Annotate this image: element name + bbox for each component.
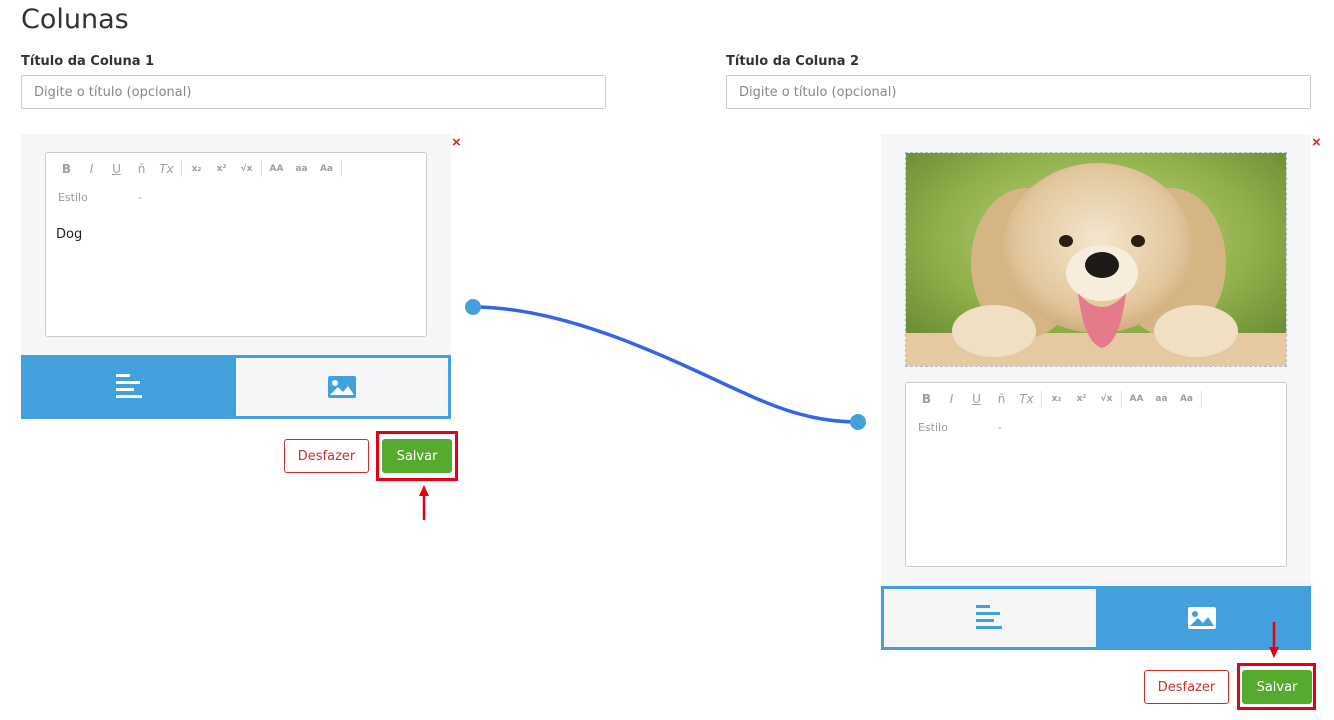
italic-button[interactable]: I [79, 162, 104, 176]
column2-undo-button[interactable]: Desfazer [1144, 670, 1229, 704]
bold-button[interactable]: B [54, 162, 79, 176]
clear-format-button[interactable]: Tx [1014, 392, 1039, 406]
align-left-icon [976, 605, 1002, 629]
column-connector-line [465, 299, 866, 430]
arrow-icon [419, 485, 429, 520]
clear-format-button[interactable]: Tx [154, 162, 179, 176]
capitalize-button[interactable]: Aa [1174, 394, 1199, 404]
toolbar-separator [1201, 391, 1202, 407]
toolbar-separator [341, 161, 342, 177]
style-value: - [997, 421, 1002, 434]
subscript-button[interactable]: x₂ [184, 164, 209, 174]
column1-card: B I U n̄ Tx x₂ x² √x AA aa Aa Estilo - Do… [21, 134, 451, 356]
column2-editor-toolbar: B I U n̄ Tx x₂ x² √x AA aa Aa [914, 391, 1204, 407]
page-title: Colunas [21, 4, 129, 35]
uppercase-button[interactable]: AA [1124, 394, 1149, 404]
toolbar-separator [1121, 391, 1122, 407]
column2-rich-text-editor[interactable]: B I U n̄ Tx x₂ x² √x AA aa Aa Estilo - [905, 382, 1287, 567]
image-icon [1188, 607, 1216, 629]
connector-start-handle[interactable] [465, 299, 481, 315]
column2-card: B I U n̄ Tx x₂ x² √x AA aa Aa Estilo - [881, 134, 1311, 587]
column1-undo-button[interactable]: Desfazer [284, 439, 369, 473]
connector-end-handle[interactable] [850, 414, 866, 430]
column1-style-select[interactable]: Estilo - [58, 191, 142, 204]
arrow-icon [1269, 622, 1279, 658]
column2-image[interactable] [905, 152, 1287, 367]
column1-text-tab[interactable] [24, 358, 236, 416]
overline-button[interactable]: n̄ [989, 392, 1014, 406]
bold-button[interactable]: B [914, 392, 939, 406]
column2-title-input[interactable] [726, 75, 1311, 109]
column1-save-button[interactable]: Salvar [382, 439, 452, 473]
overline-button[interactable]: n̄ [129, 162, 154, 176]
column2-content-type-tabs [881, 586, 1311, 650]
align-left-icon [116, 374, 142, 398]
italic-button[interactable]: I [939, 392, 964, 406]
column1-close-icon[interactable]: × [452, 135, 461, 150]
column1-editor-toolbar: B I U n̄ Tx x₂ x² √x AA aa Aa [54, 161, 344, 177]
toolbar-separator [261, 161, 262, 177]
formula-button[interactable]: √x [1094, 394, 1119, 404]
column1-title-label: Título da Coluna 1 [21, 54, 155, 69]
underline-button[interactable]: U [964, 392, 989, 406]
column1-editor-content[interactable]: Dog [56, 227, 82, 242]
lowercase-button[interactable]: aa [289, 164, 314, 174]
column2-save-button[interactable]: Salvar [1242, 670, 1312, 704]
style-label: Estilo [918, 421, 948, 434]
toolbar-separator [181, 161, 182, 177]
style-value: - [137, 191, 142, 204]
superscript-button[interactable]: x² [1069, 394, 1094, 404]
column1-rich-text-editor[interactable]: B I U n̄ Tx x₂ x² √x AA aa Aa Estilo - Do… [45, 152, 427, 337]
capitalize-button[interactable]: Aa [314, 164, 339, 174]
superscript-button[interactable]: x² [209, 164, 234, 174]
column1-content-type-tabs [21, 355, 451, 419]
subscript-button[interactable]: x₂ [1044, 394, 1069, 404]
style-label: Estilo [58, 191, 88, 204]
lowercase-button[interactable]: aa [1149, 394, 1174, 404]
puppy-image [906, 153, 1286, 366]
column2-text-tab[interactable] [884, 589, 1096, 647]
toolbar-separator [1041, 391, 1042, 407]
column2-title-label: Título da Coluna 2 [726, 54, 860, 69]
image-icon [328, 376, 356, 398]
column2-close-icon[interactable]: × [1312, 135, 1321, 150]
column1-title-input[interactable] [21, 75, 606, 109]
uppercase-button[interactable]: AA [264, 164, 289, 174]
column1-image-tab[interactable] [236, 358, 448, 416]
column2-style-select[interactable]: Estilo - [918, 421, 1002, 434]
formula-button[interactable]: √x [234, 164, 259, 174]
underline-button[interactable]: U [104, 162, 129, 176]
